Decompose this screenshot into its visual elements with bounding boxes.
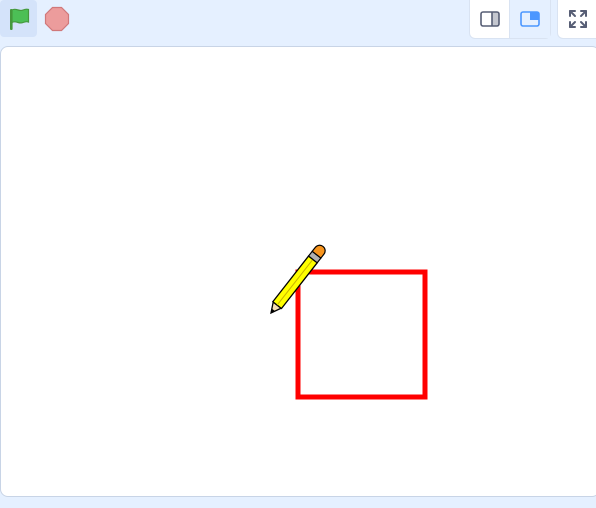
drawn-square — [295, 269, 428, 400]
stop-sign-icon — [44, 6, 70, 31]
large-stage-icon — [520, 11, 540, 27]
fullscreen-button[interactable] — [557, 0, 596, 39]
small-stage-icon — [479, 11, 500, 27]
stage-canvas[interactable] — [0, 46, 596, 497]
fullscreen-icon — [569, 10, 587, 28]
large-stage-button[interactable] — [510, 0, 550, 38]
green-flag-icon — [9, 8, 29, 30]
stage-header — [0, 0, 596, 44]
stage-size-toggle — [469, 0, 551, 39]
stop-button[interactable] — [40, 0, 74, 37]
green-flag-button[interactable] — [0, 0, 37, 37]
small-stage-button[interactable] — [470, 0, 511, 38]
